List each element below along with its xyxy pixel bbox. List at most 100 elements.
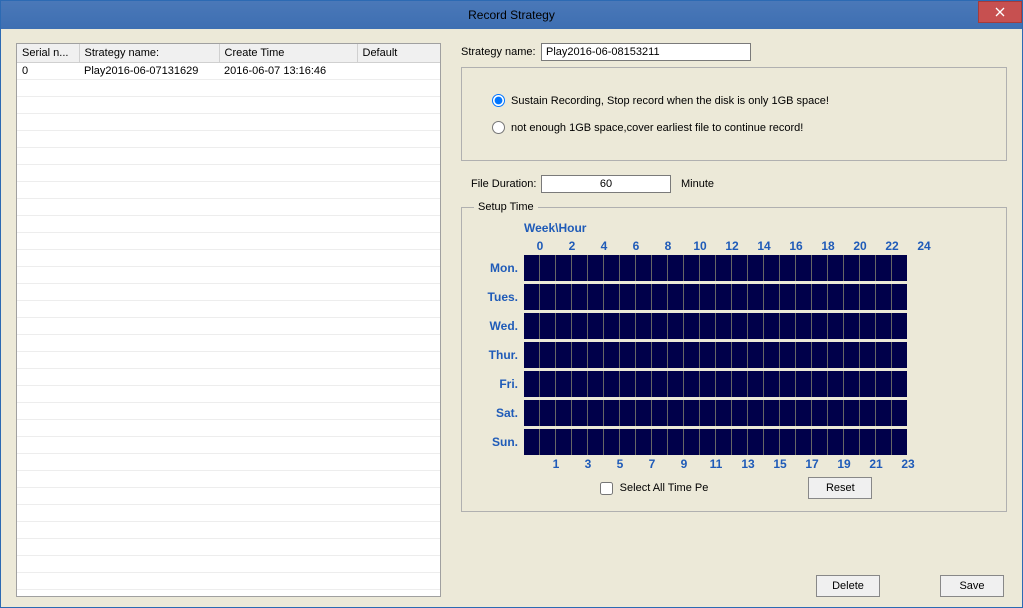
time-cell[interactable] xyxy=(572,429,587,455)
time-cell[interactable] xyxy=(620,342,635,368)
table-row[interactable] xyxy=(17,470,440,487)
time-cell[interactable] xyxy=(780,371,795,397)
time-cell[interactable] xyxy=(716,255,731,281)
table-row[interactable] xyxy=(17,96,440,113)
time-cell[interactable] xyxy=(732,429,747,455)
time-cell[interactable] xyxy=(572,371,587,397)
time-cell[interactable] xyxy=(732,342,747,368)
time-cell[interactable] xyxy=(748,400,763,426)
table-row[interactable] xyxy=(17,351,440,368)
time-cell[interactable] xyxy=(556,284,571,310)
time-cell[interactable] xyxy=(684,400,699,426)
time-cell[interactable] xyxy=(780,313,795,339)
time-cell[interactable] xyxy=(652,255,667,281)
time-cell[interactable] xyxy=(892,313,907,339)
time-cell[interactable] xyxy=(572,313,587,339)
time-cell[interactable] xyxy=(684,313,699,339)
time-cell[interactable] xyxy=(588,400,603,426)
time-cell[interactable] xyxy=(684,371,699,397)
table-row[interactable] xyxy=(17,147,440,164)
table-row[interactable] xyxy=(17,181,440,198)
time-cell[interactable] xyxy=(876,429,891,455)
time-cell[interactable] xyxy=(700,284,715,310)
table-row[interactable] xyxy=(17,538,440,555)
time-cell[interactable] xyxy=(748,255,763,281)
save-button[interactable]: Save xyxy=(940,575,1004,597)
time-cell[interactable] xyxy=(812,255,827,281)
time-cell[interactable] xyxy=(588,371,603,397)
table-row[interactable] xyxy=(17,79,440,96)
time-cell[interactable] xyxy=(652,429,667,455)
time-cell[interactable] xyxy=(524,284,539,310)
strategy-name-input[interactable] xyxy=(541,43,751,61)
time-cell[interactable] xyxy=(844,429,859,455)
time-cell[interactable] xyxy=(748,342,763,368)
time-cell[interactable] xyxy=(780,284,795,310)
time-cell[interactable] xyxy=(860,284,875,310)
time-cell[interactable] xyxy=(764,429,779,455)
time-cell[interactable] xyxy=(796,284,811,310)
time-cell[interactable] xyxy=(828,255,843,281)
time-cell[interactable] xyxy=(652,284,667,310)
table-row[interactable] xyxy=(17,402,440,419)
time-cell[interactable] xyxy=(716,371,731,397)
time-cell[interactable] xyxy=(860,313,875,339)
table-row[interactable] xyxy=(17,436,440,453)
table-row[interactable] xyxy=(17,317,440,334)
time-cell[interactable] xyxy=(668,371,683,397)
time-cell[interactable] xyxy=(876,313,891,339)
time-cell[interactable] xyxy=(796,313,811,339)
table-row[interactable]: 0 Play2016-06-07131629 2016-06-07 13:16:… xyxy=(17,62,440,79)
time-cell[interactable] xyxy=(652,342,667,368)
time-cell[interactable] xyxy=(812,284,827,310)
time-cell[interactable] xyxy=(796,255,811,281)
table-row[interactable] xyxy=(17,215,440,232)
time-cell[interactable] xyxy=(604,429,619,455)
radio-cover[interactable] xyxy=(492,121,505,134)
time-cell[interactable] xyxy=(748,313,763,339)
col-default[interactable]: Default xyxy=(357,44,440,62)
time-cell[interactable] xyxy=(668,284,683,310)
table-row[interactable] xyxy=(17,385,440,402)
time-cell[interactable] xyxy=(588,313,603,339)
table-row[interactable] xyxy=(17,164,440,181)
time-cell[interactable] xyxy=(540,342,555,368)
time-cell[interactable] xyxy=(668,255,683,281)
time-cell[interactable] xyxy=(780,342,795,368)
time-cell[interactable] xyxy=(844,400,859,426)
time-cell[interactable] xyxy=(860,429,875,455)
time-cell[interactable] xyxy=(780,255,795,281)
time-cell[interactable] xyxy=(540,313,555,339)
time-cell[interactable] xyxy=(796,429,811,455)
time-cell[interactable] xyxy=(588,342,603,368)
time-cell[interactable] xyxy=(716,342,731,368)
time-cell[interactable] xyxy=(636,371,651,397)
duration-input[interactable] xyxy=(541,175,671,193)
time-cell[interactable] xyxy=(556,255,571,281)
time-cell[interactable] xyxy=(892,371,907,397)
time-cell[interactable] xyxy=(764,255,779,281)
time-cell[interactable] xyxy=(860,371,875,397)
time-cell[interactable] xyxy=(876,342,891,368)
time-cell[interactable] xyxy=(540,429,555,455)
time-cell[interactable] xyxy=(604,284,619,310)
time-cell[interactable] xyxy=(732,400,747,426)
time-cell[interactable] xyxy=(636,342,651,368)
time-cell[interactable] xyxy=(716,400,731,426)
time-cell[interactable] xyxy=(876,284,891,310)
time-cell[interactable] xyxy=(780,400,795,426)
time-cell[interactable] xyxy=(684,342,699,368)
time-cell[interactable] xyxy=(588,284,603,310)
time-cell[interactable] xyxy=(604,371,619,397)
time-cell[interactable] xyxy=(828,429,843,455)
time-cell[interactable] xyxy=(732,313,747,339)
time-cell[interactable] xyxy=(700,342,715,368)
time-cell[interactable] xyxy=(524,342,539,368)
time-cell[interactable] xyxy=(668,342,683,368)
time-cell[interactable] xyxy=(524,313,539,339)
time-cell[interactable] xyxy=(636,313,651,339)
radio-cover-row[interactable]: not enough 1GB space,cover earliest file… xyxy=(492,121,976,134)
table-row[interactable] xyxy=(17,113,440,130)
time-cell[interactable] xyxy=(828,400,843,426)
time-cell[interactable] xyxy=(684,255,699,281)
